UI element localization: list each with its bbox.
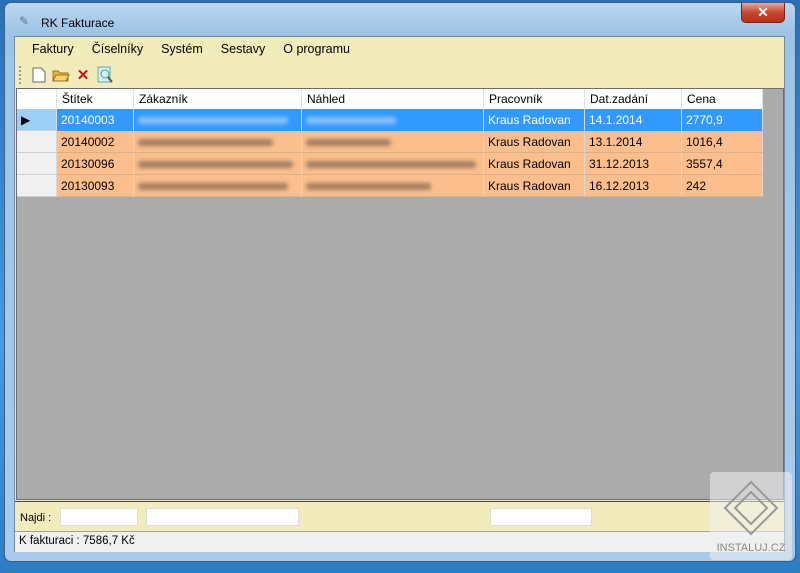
cell-nahled	[302, 153, 484, 175]
col-header-cena[interactable]: Cena	[682, 89, 763, 109]
cell-stitek: 20130096	[57, 153, 134, 175]
cell-cena: 2770,9	[682, 109, 763, 131]
cell-cena: 1016,4	[682, 131, 763, 153]
cell-pracovnik: Kraus Radovan	[484, 131, 585, 153]
col-header-zakaznik[interactable]: Zákazník	[134, 89, 302, 109]
row-selector[interactable]	[17, 153, 57, 175]
cell-datum: 16.12.2013	[585, 175, 682, 197]
table-row[interactable]: 20130093 Kraus Radovan 16.12.2013 242	[17, 175, 763, 197]
cell-zakaznik	[134, 153, 302, 175]
find-bar: Najdi :	[15, 501, 784, 531]
find-zakaznik-input[interactable]	[146, 508, 299, 526]
cell-datum: 31.12.2013	[585, 153, 682, 175]
watermark-logo: INSTALUJ.CZ	[710, 472, 792, 560]
table-row[interactable]: 20140002 Kraus Radovan 13.1.2014 1016,4	[17, 131, 763, 153]
col-header-nahled[interactable]: Náhled	[302, 89, 484, 109]
menu-o-programu[interactable]: O programu	[274, 37, 359, 61]
cell-pracovnik: Kraus Radovan	[484, 109, 585, 131]
cell-cena: 3557,4	[682, 153, 763, 175]
find-stitek-input[interactable]	[60, 508, 138, 526]
col-header-datum[interactable]: Dat.zadání	[585, 89, 682, 109]
find-pracovnik-input[interactable]	[490, 508, 592, 526]
row-selector[interactable]	[17, 175, 57, 197]
grid-header: Štítek Zákazník Náhled Pracovník Dat.zad…	[17, 89, 763, 109]
cell-pracovnik: Kraus Radovan	[484, 153, 585, 175]
col-header-stitek[interactable]: Štítek	[57, 89, 134, 109]
cell-zakaznik	[134, 131, 302, 153]
row-header-corner	[17, 89, 57, 109]
cell-zakaznik	[134, 175, 302, 197]
cell-stitek: 20140002	[57, 131, 134, 153]
table-row[interactable]: 20130096 Kraus Radovan 31.12.2013 3557,4	[17, 153, 763, 175]
new-document-icon[interactable]	[28, 64, 50, 86]
close-button[interactable]: ✕	[741, 3, 785, 23]
row-selector-icon[interactable]: ▶	[17, 109, 57, 131]
table-row[interactable]: ▶ 20140003 Kraus Radovan 14.1.2014 2770,…	[17, 109, 763, 131]
cell-pracovnik: Kraus Radovan	[484, 175, 585, 197]
app-icon: ✎	[19, 14, 30, 28]
row-selector[interactable]	[17, 131, 57, 153]
cell-datum: 13.1.2014	[585, 131, 682, 153]
cell-nahled	[302, 131, 484, 153]
menu-faktury[interactable]: Faktury	[23, 37, 83, 61]
invoice-grid: Štítek Zákazník Náhled Pracovník Dat.zad…	[16, 88, 784, 500]
cell-datum: 14.1.2014	[585, 109, 682, 131]
menu-system[interactable]: Systém	[152, 37, 212, 61]
menu-ciselniky[interactable]: Číselníky	[83, 37, 152, 61]
col-header-pracovnik[interactable]: Pracovník	[484, 89, 585, 109]
toolbar: ✕	[15, 61, 784, 88]
client-area: Faktury Číselníky Systém Sestavy O progr…	[14, 36, 785, 552]
menu-sestavy[interactable]: Sestavy	[212, 37, 274, 61]
cell-nahled	[302, 109, 484, 131]
toolbar-grip[interactable]	[19, 65, 22, 84]
open-folder-icon[interactable]	[50, 64, 72, 86]
cell-stitek: 20130093	[57, 175, 134, 197]
preview-icon[interactable]	[94, 64, 116, 86]
window-title: RK Fakturace	[41, 16, 115, 30]
cell-stitek: 20140003	[57, 109, 134, 131]
cell-zakaznik	[134, 109, 302, 131]
menu-bar: Faktury Číselníky Systém Sestavy O progr…	[15, 37, 784, 61]
watermark-text: INSTALUJ.CZ	[716, 542, 786, 554]
cell-cena: 242	[682, 175, 763, 197]
delete-icon[interactable]: ✕	[72, 64, 94, 86]
status-bar: K fakturaci : 7586,7 Kč	[15, 531, 784, 552]
cell-nahled	[302, 175, 484, 197]
find-label: Najdi :	[20, 512, 52, 524]
